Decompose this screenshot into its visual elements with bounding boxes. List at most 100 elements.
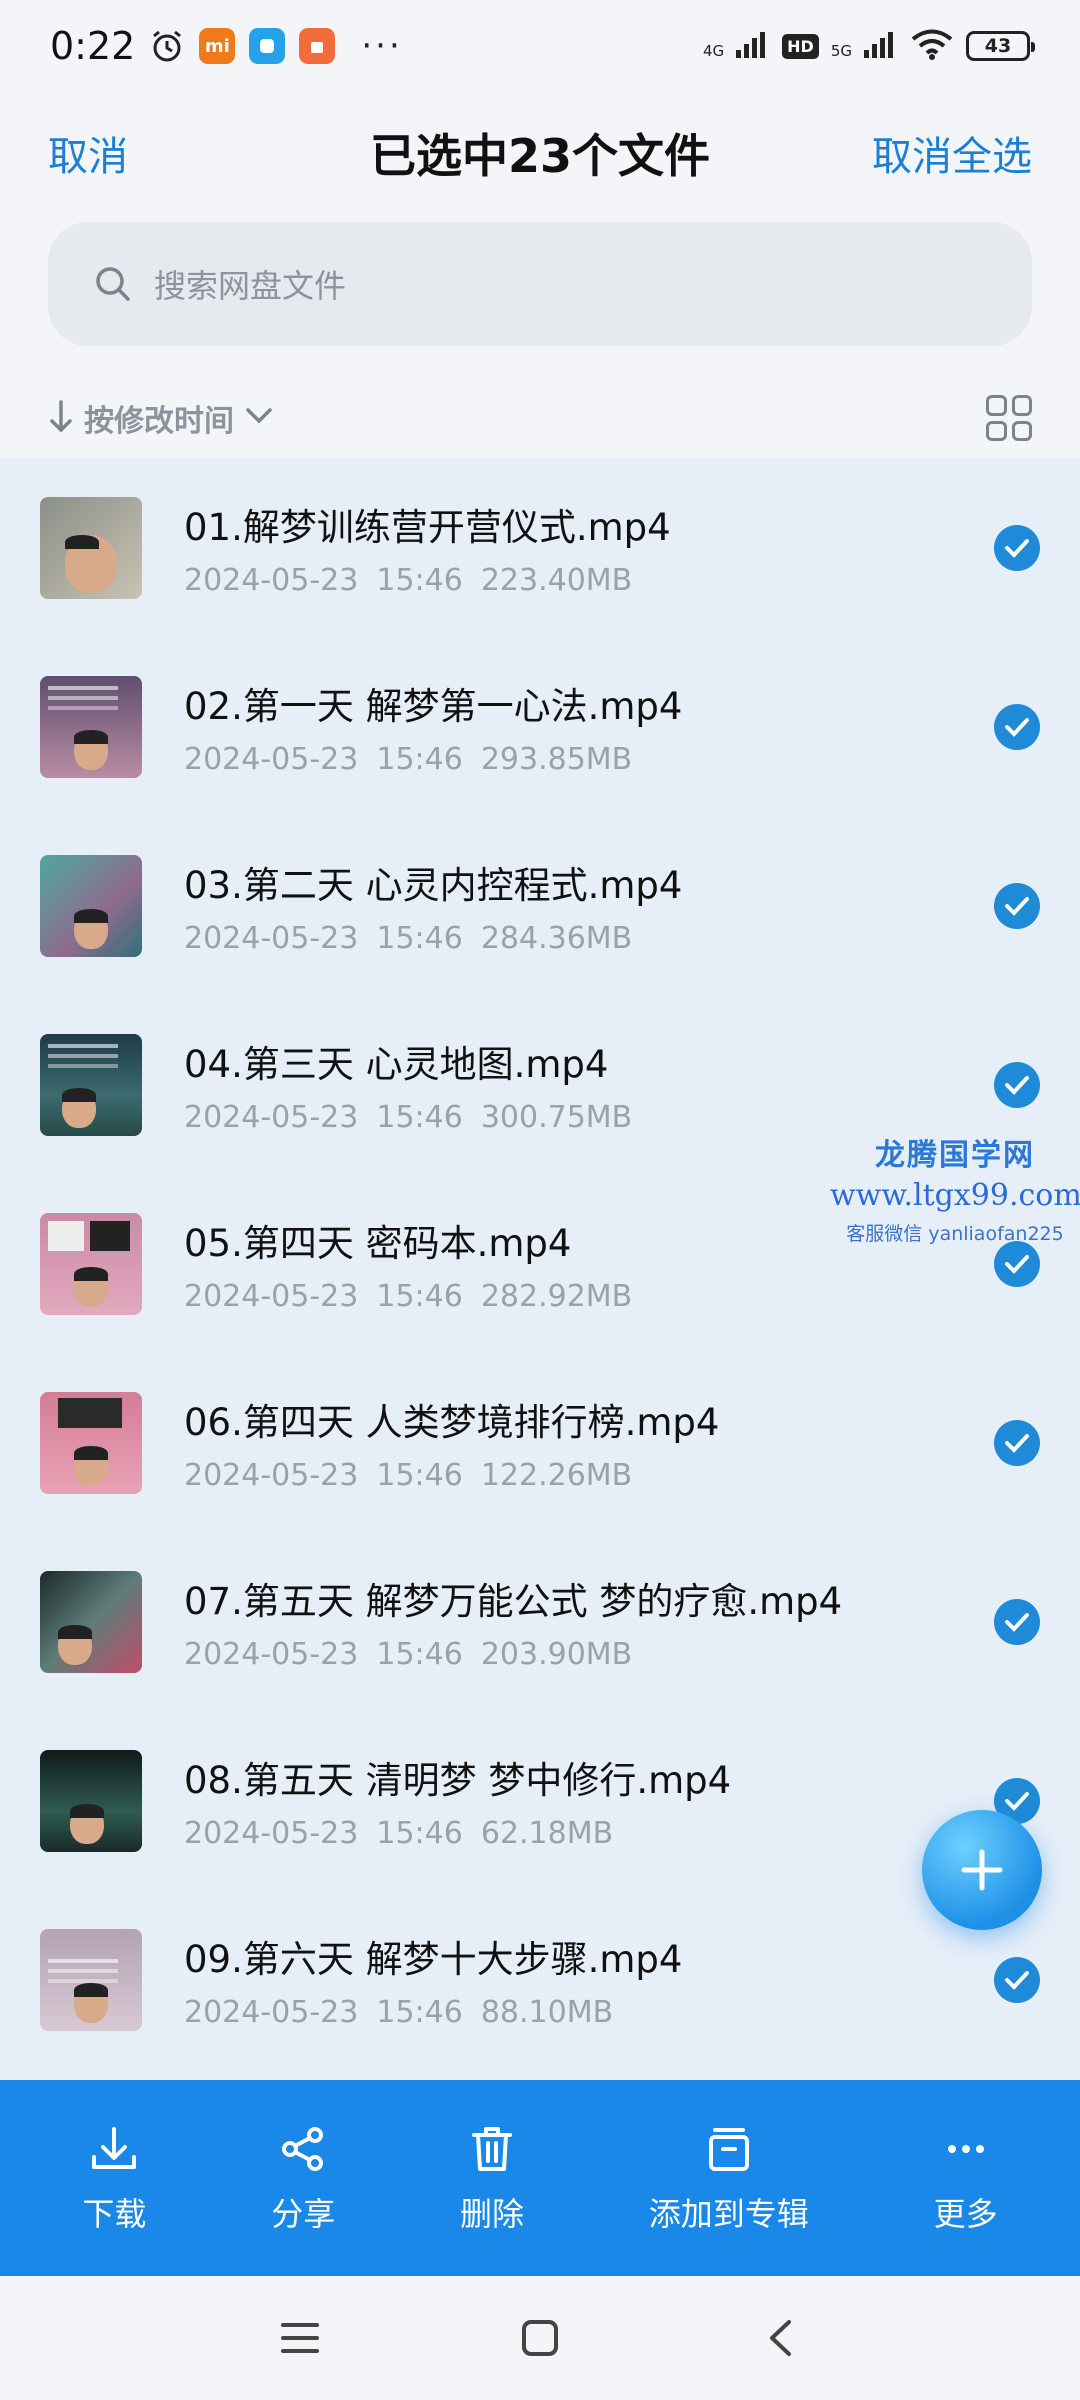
search-icon	[94, 264, 134, 304]
file-info: 03.第二天 心灵内控程式.mp4 2024-05-23 15:46 284.36M…	[184, 855, 994, 956]
file-info: 09.第六天 解梦十大步骤.mp4 2024-05-23 15:46 88.10MB	[184, 1929, 994, 2030]
file-date: 2024-05-23	[184, 1995, 359, 2030]
video-thumbnail	[40, 1391, 142, 1494]
blue-app-icon	[249, 28, 286, 64]
system-nav-bar	[0, 2276, 1080, 2400]
file-info: 01.解梦训练营开营仪式.mp4 2024-05-23 15:46 223.40MB	[184, 497, 994, 598]
file-name: 08.第五天 清明梦 梦中修行.mp4	[184, 1759, 732, 1802]
alarm-clock-icon	[149, 28, 185, 64]
cancel-button[interactable]: 取消	[48, 124, 128, 182]
video-thumbnail	[40, 854, 142, 957]
delete-label: 删除	[459, 2195, 524, 2233]
file-name: 01.解梦训练营开营仪式.mp4	[184, 506, 671, 549]
checked-icon[interactable]	[994, 1240, 1040, 1287]
checked-icon[interactable]	[994, 1061, 1040, 1108]
checked-icon[interactable]	[994, 882, 1040, 929]
sort-by-modified-time[interactable]: 按修改时间	[84, 396, 234, 440]
file-time: 15:46	[376, 1995, 463, 2030]
file-meta: 2024-05-23 15:46 282.92MB	[184, 1279, 994, 1314]
file-name: 02.第一天 解梦第一心法.mp4	[184, 685, 683, 728]
cancel-select-all-button[interactable]: 取消全选	[872, 124, 1032, 182]
file-meta: 2024-05-23 15:46 122.26MB	[184, 1458, 994, 1493]
file-row[interactable]: 04.第三天 心灵地图.mp4 2024-05-23 15:46 300.75MB	[0, 995, 1080, 1174]
more-dots-icon	[938, 2121, 994, 2177]
file-meta: 2024-05-23 15:46 88.10MB	[184, 1995, 994, 2030]
file-row[interactable]: 03.第二天 心灵内控程式.mp4 2024-05-23 15:46 284.36M…	[0, 816, 1080, 995]
file-row[interactable]: 07.第五天 解梦万能公式 梦的疗愈.mp4 2024-05-23 15:46 20…	[0, 1532, 1080, 1711]
file-row[interactable]: 06.第四天 人类梦境排行榜.mp4 2024-05-23 15:46 122.26…	[0, 1353, 1080, 1532]
file-time: 15:46	[376, 1100, 463, 1135]
bottom-action-bar: 下载 分享 删除 添加到专辑 更多	[0, 2080, 1080, 2276]
sort-arrow-down-icon[interactable]	[48, 398, 74, 438]
file-date: 2024-05-23	[184, 1279, 359, 1314]
file-meta: 2024-05-23 15:46 284.36MB	[184, 921, 994, 956]
file-name: 04.第三天 心灵地图.mp4	[184, 1043, 609, 1086]
file-size: 88.10MB	[480, 1995, 614, 2030]
status-left-icons: mi ···	[149, 28, 402, 64]
file-date: 2024-05-23	[184, 1458, 359, 1493]
checked-icon[interactable]	[994, 1956, 1040, 2003]
file-size: 203.90MB	[480, 1637, 633, 1672]
file-info: 06.第四天 人类梦境排行榜.mp4 2024-05-23 15:46 122.26…	[184, 1392, 994, 1493]
download-button[interactable]: 下载	[82, 2121, 146, 2235]
video-thumbnail	[40, 1749, 142, 1852]
checked-icon[interactable]	[994, 1598, 1040, 1645]
menu-icon[interactable]	[270, 2308, 330, 2368]
file-time: 15:46	[376, 1279, 463, 1314]
file-size: 284.36MB	[480, 921, 633, 956]
wifi-icon	[910, 28, 954, 64]
file-time: 15:46	[376, 921, 463, 956]
more-notifications-icon: ···	[361, 26, 403, 66]
file-info: 05.第四天 密码本.mp4 2024-05-23 15:46 282.92MB	[184, 1213, 994, 1314]
share-button[interactable]: 分享	[271, 2121, 335, 2235]
file-meta: 2024-05-23 15:46 203.90MB	[184, 1637, 994, 1672]
video-thumbnail	[40, 496, 142, 599]
signal-5g-label: 5G	[830, 42, 852, 60]
file-size: 62.18MB	[480, 1816, 614, 1851]
file-name: 03.第二天 心灵内控程式.mp4	[184, 864, 683, 907]
file-row[interactable]: 02.第一天 解梦第一心法.mp4 2024-05-23 15:46 293.85M…	[0, 637, 1080, 816]
video-thumbnail	[40, 1033, 142, 1136]
file-info: 04.第三天 心灵地图.mp4 2024-05-23 15:46 300.75MB	[184, 1034, 994, 1135]
file-meta: 2024-05-23 15:46 293.85MB	[184, 742, 994, 777]
file-size: 122.26MB	[480, 1458, 633, 1493]
file-date: 2024-05-23	[184, 921, 359, 956]
file-info: 07.第五天 解梦万能公式 梦的疗愈.mp4 2024-05-23 15:46 20…	[184, 1571, 994, 1672]
signal-4g-label: 4G	[702, 42, 725, 60]
status-right: 4G HD 5G 43	[702, 28, 1035, 64]
file-time: 15:46	[376, 563, 463, 598]
checked-icon[interactable]	[994, 524, 1040, 571]
file-row[interactable]: 09.第六天 解梦十大步骤.mp4 2024-05-23 15:46 88.10MB	[0, 1890, 1080, 2069]
video-thumbnail	[40, 1928, 142, 2031]
file-row[interactable]: 08.第五天 清明梦 梦中修行.mp4 2024-05-23 15:46 62.18…	[0, 1711, 1080, 1890]
checked-icon[interactable]	[994, 1419, 1040, 1466]
file-row[interactable]: 05.第四天 密码本.mp4 2024-05-23 15:46 282.92MB	[0, 1174, 1080, 1353]
add-to-album-button[interactable]: 添加到专辑	[649, 2121, 809, 2235]
delete-button[interactable]: 删除	[460, 2121, 524, 2235]
checked-icon[interactable]	[994, 703, 1040, 750]
file-name: 09.第六天 解梦十大步骤.mp4	[184, 1938, 683, 1981]
search-placeholder: 搜索网盘文件	[154, 267, 347, 305]
battery-indicator: 43	[966, 31, 1035, 61]
video-thumbnail	[40, 1570, 142, 1673]
chevron-down-icon[interactable]	[244, 406, 274, 430]
file-info: 02.第一天 解梦第一心法.mp4 2024-05-23 15:46 293.85M…	[184, 676, 994, 777]
more-button[interactable]: 更多	[934, 2121, 998, 2235]
search-input[interactable]: 搜索网盘文件	[48, 222, 1032, 346]
download-label: 下载	[82, 2195, 147, 2233]
file-size: 293.85MB	[480, 742, 633, 777]
file-time: 15:46	[376, 1637, 463, 1672]
trash-icon	[464, 2121, 520, 2177]
status-bar: 0:22 mi ··· 4G HD 5G 43	[0, 0, 1080, 92]
file-date: 2024-05-23	[184, 1100, 359, 1135]
status-time: 0:22	[50, 24, 136, 68]
more-label: 更多	[933, 2195, 998, 2233]
grid-view-icon[interactable]	[986, 395, 1032, 441]
file-row[interactable]: 01.解梦训练营开营仪式.mp4 2024-05-23 15:46 223.40MB	[0, 458, 1080, 637]
file-meta: 2024-05-23 15:46 223.40MB	[184, 563, 994, 598]
add-button[interactable]	[922, 1810, 1042, 1930]
home-icon[interactable]	[510, 2308, 570, 2368]
back-icon[interactable]	[750, 2308, 810, 2368]
file-list: 01.解梦训练营开营仪式.mp4 2024-05-23 15:46 223.40MB…	[0, 458, 1080, 2080]
file-size: 282.92MB	[480, 1279, 633, 1314]
